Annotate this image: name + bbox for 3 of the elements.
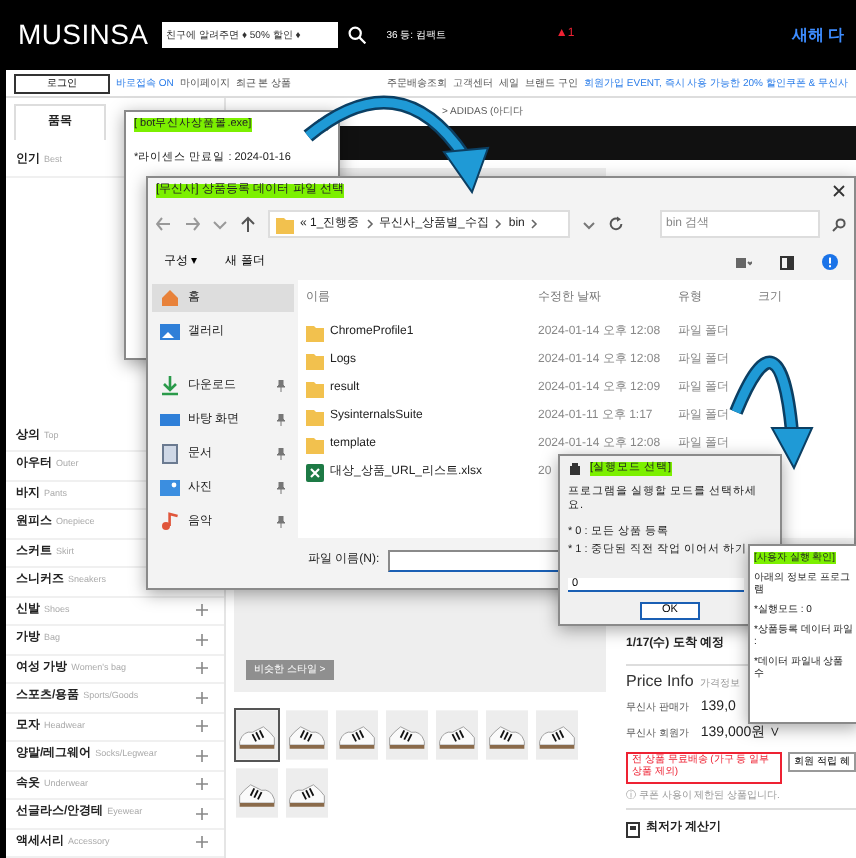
price-title: Price Info (626, 672, 694, 691)
logo[interactable]: MUSINSA (18, 18, 149, 52)
promo-text[interactable]: 새해 다 (791, 25, 844, 45)
